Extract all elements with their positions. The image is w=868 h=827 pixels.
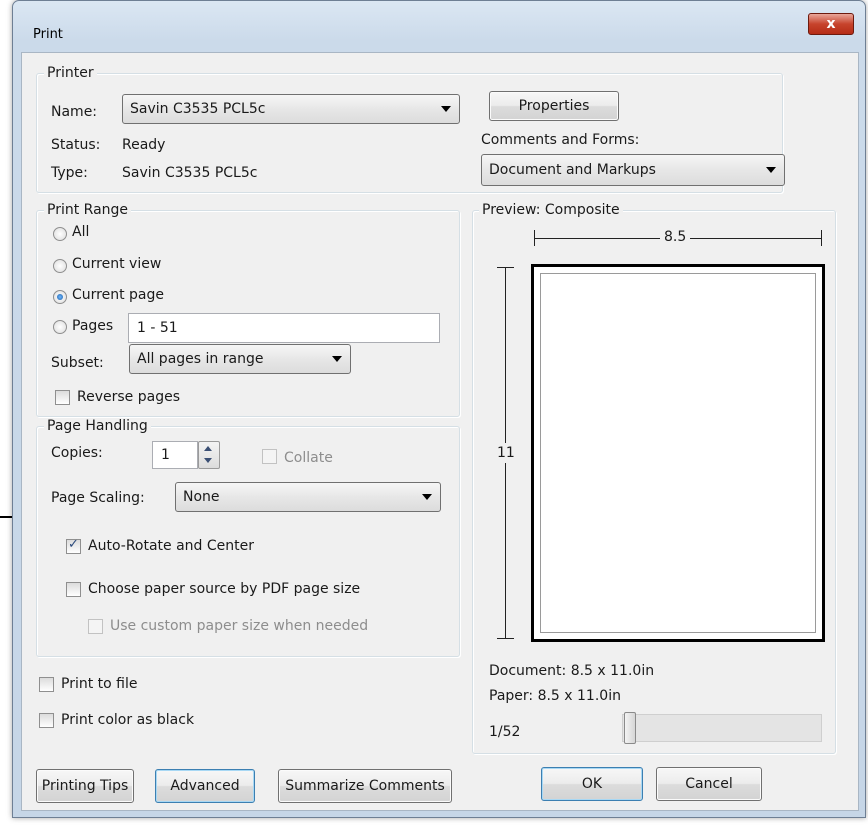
close-button[interactable]: x [808, 13, 854, 35]
range-pages-radio[interactable] [53, 320, 67, 334]
reverse-pages-checkbox[interactable] [55, 390, 70, 405]
copies-input[interactable]: 1 [152, 441, 198, 469]
comments-forms-label: Comments and Forms: [481, 132, 640, 148]
comments-forms-select[interactable]: Document and Markups [481, 154, 785, 186]
chevron-down-icon[interactable] [204, 458, 212, 463]
checkmark-icon: ✓ [68, 537, 79, 552]
print-to-file-checkbox[interactable] [39, 677, 54, 692]
width-dimension-label: 8.5 [660, 229, 691, 245]
copies-value: 1 [161, 447, 170, 463]
range-pages-label[interactable]: Pages [72, 318, 113, 334]
print-color-black-checkbox[interactable] [39, 713, 54, 728]
auto-rotate-checkbox[interactable]: ✓ [66, 537, 81, 554]
subset-select[interactable]: All pages in range [129, 344, 351, 374]
close-icon: x [826, 16, 836, 32]
cancel-button[interactable]: Cancel [656, 767, 762, 801]
subset-label: Subset: [51, 355, 104, 371]
properties-button[interactable]: Properties [489, 91, 619, 121]
page-indicator: 1/52 [489, 724, 521, 740]
copies-stepper[interactable] [198, 441, 220, 469]
print-color-black-label[interactable]: Print color as black [61, 712, 194, 728]
paper-source-label[interactable]: Choose paper source by PDF page size [88, 581, 360, 597]
paper-size-label: Paper: 8.5 x 11.0in [489, 688, 621, 704]
document-size-label: Document: 8.5 x 11.0in [489, 663, 655, 679]
width-dimension-tick-right [821, 230, 822, 246]
paper-source-checkbox[interactable] [66, 582, 81, 597]
width-dimension-tick-left [534, 230, 535, 246]
page-preview [531, 264, 825, 642]
chevron-down-icon [766, 167, 776, 173]
printer-name-select[interactable]: Savin C3535 PCL5c [122, 94, 460, 124]
range-all-radio[interactable] [53, 227, 67, 241]
chevron-up-icon[interactable] [204, 446, 212, 451]
printer-type-label: Type: [51, 165, 88, 181]
page-scaling-label: Page Scaling: [51, 490, 145, 506]
window-title: Print [33, 27, 63, 42]
collate-label: Collate [284, 450, 333, 466]
custom-paper-checkbox[interactable] [88, 619, 103, 634]
page-preview-content [540, 273, 816, 633]
chevron-down-icon [441, 106, 451, 112]
height-dimension-tick-top [497, 267, 514, 268]
printer-status-label: Status: [51, 137, 101, 153]
chevron-down-icon [422, 494, 432, 500]
comments-forms-value: Document and Markups [489, 162, 656, 178]
page-slider-thumb[interactable] [624, 712, 636, 744]
page-scaling-value: None [183, 489, 220, 505]
summarize-comments-button[interactable]: Summarize Comments [278, 769, 452, 803]
range-all-label[interactable]: All [72, 224, 89, 240]
page-handling-legend: Page Handling [44, 418, 151, 434]
chevron-down-icon [332, 356, 342, 362]
printer-type-value: Savin C3535 PCL5c [122, 165, 258, 181]
subset-value: All pages in range [137, 351, 264, 367]
custom-paper-label: Use custom paper size when needed [110, 618, 369, 634]
copies-label: Copies: [51, 445, 103, 461]
printing-tips-button[interactable]: Printing Tips [36, 769, 134, 803]
height-dimension-label: 11 [497, 443, 515, 463]
pages-input[interactable]: 1 - 51 [128, 313, 440, 343]
printer-name-label: Name: [51, 104, 98, 120]
collate-checkbox[interactable] [262, 449, 277, 464]
printer-legend: Printer [44, 65, 97, 81]
range-current-page-label[interactable]: Current page [72, 287, 164, 303]
ok-button[interactable]: OK [541, 767, 643, 801]
print-range-legend: Print Range [44, 202, 132, 218]
print-to-file-label[interactable]: Print to file [61, 676, 137, 692]
reverse-pages-label[interactable]: Reverse pages [77, 389, 180, 405]
auto-rotate-label[interactable]: Auto-Rotate and Center [88, 538, 254, 554]
range-current-page-radio[interactable] [53, 290, 67, 304]
printer-status-value: Ready [122, 137, 166, 153]
printer-name-value: Savin C3535 PCL5c [130, 101, 266, 117]
page-scaling-select[interactable]: None [175, 482, 441, 512]
pages-input-value: 1 - 51 [137, 320, 178, 336]
range-current-view-radio[interactable] [53, 259, 67, 273]
page-slider-track[interactable] [622, 714, 822, 742]
height-dimension-tick-bottom [497, 638, 514, 639]
preview-legend: Preview: Composite [479, 202, 623, 218]
advanced-button[interactable]: Advanced [155, 769, 255, 803]
range-current-view-label[interactable]: Current view [72, 256, 161, 272]
